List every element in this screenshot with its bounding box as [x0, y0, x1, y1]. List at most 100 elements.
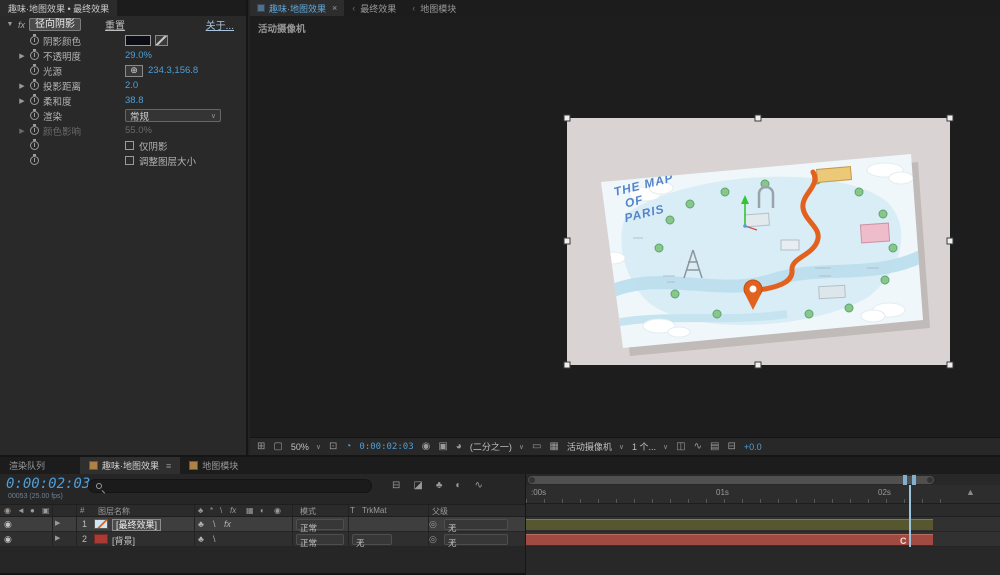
render-dropdown[interactable]: 常规 ∨ — [125, 109, 221, 123]
viewer-tab-final[interactable]: ‹ 最终效果 — [344, 0, 404, 16]
resolution-select[interactable]: (二分之一) ∨ — [470, 440, 524, 453]
pixel-aspect-icon[interactable]: ◫ — [676, 441, 685, 452]
shadow-color-swatch[interactable] — [125, 35, 151, 46]
viewer-tab-map-module[interactable]: ‹ 地图模块 — [404, 0, 464, 16]
prop-value[interactable]: 38.8 — [125, 95, 144, 106]
eye-icon[interactable]: ◉ — [4, 519, 12, 530]
quality-slash-icon[interactable]: \ — [213, 534, 216, 544]
eye-column-icon[interactable]: ◉ — [4, 506, 11, 515]
snapshot-icon[interactable]: ◉ — [422, 441, 431, 452]
shadow-only-checkbox[interactable] — [125, 141, 134, 150]
audio-column-icon[interactable]: ◄ — [17, 506, 25, 515]
selection-handle[interactable] — [946, 114, 954, 122]
fx-switch[interactable]: fx — [224, 519, 231, 529]
lock-column-icon[interactable]: ▣ — [42, 506, 50, 515]
prop-value[interactable]: 234.3,156.8 — [148, 65, 198, 76]
prop-value[interactable]: 29.0% — [125, 50, 152, 61]
quality-slash-icon[interactable]: \ — [213, 519, 216, 529]
stopwatch-icon[interactable] — [30, 49, 39, 60]
quality-switch[interactable]: ♣ — [198, 519, 204, 529]
view-layout-select[interactable]: 1 个... ∨ — [632, 440, 668, 453]
composition-canvas[interactable]: 活动摄像机 THE MAP OF PARIS — [250, 16, 1000, 437]
selection-handle[interactable] — [563, 114, 571, 122]
layer-name[interactable]: [背景] — [112, 534, 135, 547]
selection-handle[interactable] — [563, 237, 571, 245]
twirl-icon[interactable]: ▶ — [16, 82, 28, 90]
twirl-icon[interactable]: ▶ — [16, 97, 28, 105]
show-snapshot-icon[interactable]: ▣ — [438, 441, 447, 452]
trkmat-column-header[interactable]: TrkMat — [362, 506, 387, 515]
current-time-icon[interactable]: ◔ — [345, 441, 351, 452]
reset-link[interactable]: 重置 — [105, 17, 125, 32]
layer-name[interactable]: [最终效果] — [112, 519, 162, 531]
timeline-track-area[interactable]: :00s 01s 02s ▲ C — [525, 474, 1000, 575]
layer-marker[interactable]: C — [900, 536, 907, 546]
effect-name[interactable]: 径向阴影 — [29, 18, 82, 31]
layer-duration-bar[interactable] — [526, 519, 933, 530]
region-of-interest-icon[interactable]: ▭ — [532, 441, 541, 452]
stopwatch-icon[interactable] — [30, 124, 39, 135]
exposure-control[interactable]: +0.0 — [744, 442, 762, 452]
twirl-icon[interactable]: ▶ — [55, 519, 60, 527]
preview-timecode[interactable]: 0:00:02:03 — [359, 442, 413, 452]
tab-map-module[interactable]: 地图模块 — [180, 457, 247, 474]
layer-track-2[interactable]: C — [526, 532, 1000, 547]
stopwatch-icon[interactable] — [30, 109, 39, 120]
time-ruler[interactable]: :00s 01s 02s — [526, 485, 1000, 504]
pickwhip-icon[interactable]: ◎ — [429, 534, 437, 545]
solo-column-icon[interactable]: ● — [30, 506, 35, 515]
mask-visibility-icon[interactable]: ▢ — [273, 441, 282, 452]
stopwatch-icon[interactable] — [30, 79, 39, 90]
effect-controls-tab[interactable]: 趣味·地图效果 • 最终效果 — [0, 0, 118, 16]
parent-dropdown[interactable]: 无 ∨ — [444, 534, 508, 548]
blend-mode-dropdown[interactable]: 正常 ∨ — [296, 534, 344, 548]
point-picker-icon[interactable]: ⊕ — [125, 64, 143, 77]
twirl-icon[interactable]: ▶ — [16, 52, 28, 60]
graph-editor-icon[interactable]: ∿ — [474, 480, 482, 491]
motion-blur-icon[interactable]: ◐ — [455, 480, 461, 491]
stopwatch-icon[interactable] — [30, 34, 39, 45]
time-navigator-bar[interactable] — [528, 476, 934, 484]
composition-mini-flowchart-icon[interactable]: ⊟ — [392, 480, 400, 491]
playhead-grip[interactable] — [903, 475, 916, 485]
about-link[interactable]: 关于... — [206, 17, 234, 32]
layer-name-column-header[interactable]: 图层名称 — [98, 506, 130, 517]
layer-row-1[interactable]: ◉ ▶ 1 [最终效果] ♣ \ fx 正常 ∨ ◎ 无 ∨ — [0, 517, 525, 533]
menu-icon[interactable]: ≡ — [166, 461, 171, 471]
mode-column-header[interactable]: 模式 — [300, 506, 316, 517]
current-timecode[interactable]: 0:00:02:03 — [6, 476, 90, 492]
composition-frame[interactable]: THE MAP OF PARIS — [563, 114, 954, 369]
effect-twirl-icon[interactable]: ▼ — [4, 21, 16, 28]
fx-badge-icon[interactable]: fx — [18, 20, 25, 30]
close-icon[interactable]: × — [332, 3, 337, 13]
stopwatch-icon[interactable] — [30, 139, 39, 150]
layer-search-input[interactable] — [88, 479, 372, 493]
selection-handle[interactable] — [946, 361, 954, 369]
twirl-icon[interactable]: ▶ — [16, 127, 28, 135]
selection-handle[interactable] — [754, 114, 762, 122]
channels-icon[interactable]: ◕ — [456, 441, 462, 452]
roi-icon[interactable]: ⊡ — [329, 441, 337, 452]
twirl-icon[interactable]: ▶ — [55, 534, 60, 542]
stopwatch-icon[interactable] — [30, 154, 39, 165]
quality-switch[interactable]: ♣ — [198, 534, 204, 544]
blend-mode-dropdown[interactable]: 正常 ∨ — [296, 519, 344, 533]
flowchart-icon[interactable]: ⊟ — [727, 441, 735, 452]
parent-column-header[interactable]: 父级 — [432, 506, 448, 517]
resize-layer-checkbox[interactable] — [125, 156, 134, 165]
timegraph-icon[interactable]: ▲ — [966, 487, 975, 497]
trkmat-dropdown[interactable]: 无 ∨ — [352, 534, 392, 548]
fast-preview-icon[interactable]: ∿ — [694, 441, 702, 452]
playhead-line[interactable] — [909, 485, 911, 547]
layer-track-1[interactable] — [526, 517, 1000, 532]
transparency-grid-icon[interactable]: ▦ — [549, 441, 558, 452]
grid-options-icon[interactable]: ⊞ — [257, 441, 265, 452]
viewer-tab-active[interactable]: 趣味·地图效果 × — [250, 0, 345, 16]
prop-value[interactable]: 2.0 — [125, 80, 138, 91]
eyedropper-icon[interactable] — [155, 35, 168, 46]
layer-row-2[interactable]: ◉ ▶ 2 [背景] ♣ \ 正常 ∨ 无 ∨ ◎ 无 ∨ — [0, 532, 525, 548]
stopwatch-icon[interactable] — [30, 64, 39, 75]
parent-dropdown[interactable]: 无 ∨ — [444, 519, 508, 533]
magnification-select[interactable]: 50% ∨ — [291, 442, 321, 452]
selection-handle[interactable] — [754, 361, 762, 369]
